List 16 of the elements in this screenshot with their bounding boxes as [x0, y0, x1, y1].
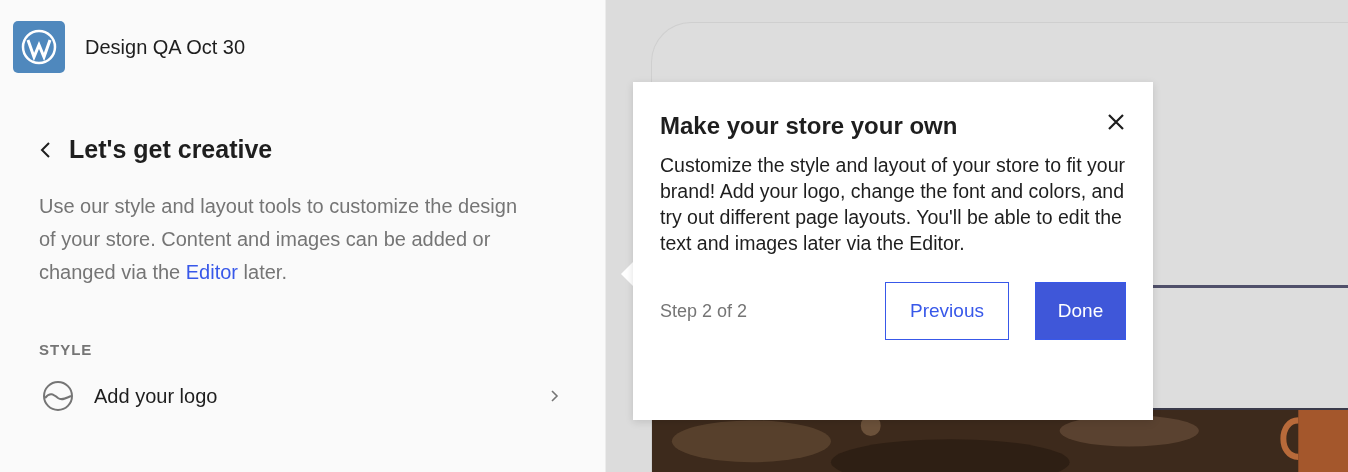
popover-title: Make your store your own: [660, 112, 958, 140]
menu-item[interactable]: Add your logo: [39, 380, 559, 412]
section-label: STYLE: [39, 341, 94, 358]
panel-heading: Let's get creative: [69, 135, 273, 164]
step-counter: Step 2 of 2: [660, 300, 749, 322]
chevron-right-icon: [549, 389, 559, 403]
site-title: Design QA Oct 30: [85, 35, 246, 59]
logo-placeholder-icon: [42, 380, 74, 412]
back-button[interactable]: [39, 140, 53, 159]
popover-body: Customize the style and layout of your store to fit your brand! Add your logo, change the font and colors, and try out different page layouts. You'll be able to edit the text and images later via the Editor.: [660, 153, 1126, 256]
previous-button[interactable]: Previous: [885, 282, 1009, 340]
done-button[interactable]: Done: [1035, 282, 1126, 340]
editor-link[interactable]: Editor: [185, 261, 239, 283]
close-button[interactable]: [1106, 112, 1126, 132]
wordpress-logo-icon: [13, 21, 65, 73]
panel-description: Use our style and layout tools to customize the design of your store. Content and images can be added or changed via the Editor later.: [39, 194, 519, 285]
